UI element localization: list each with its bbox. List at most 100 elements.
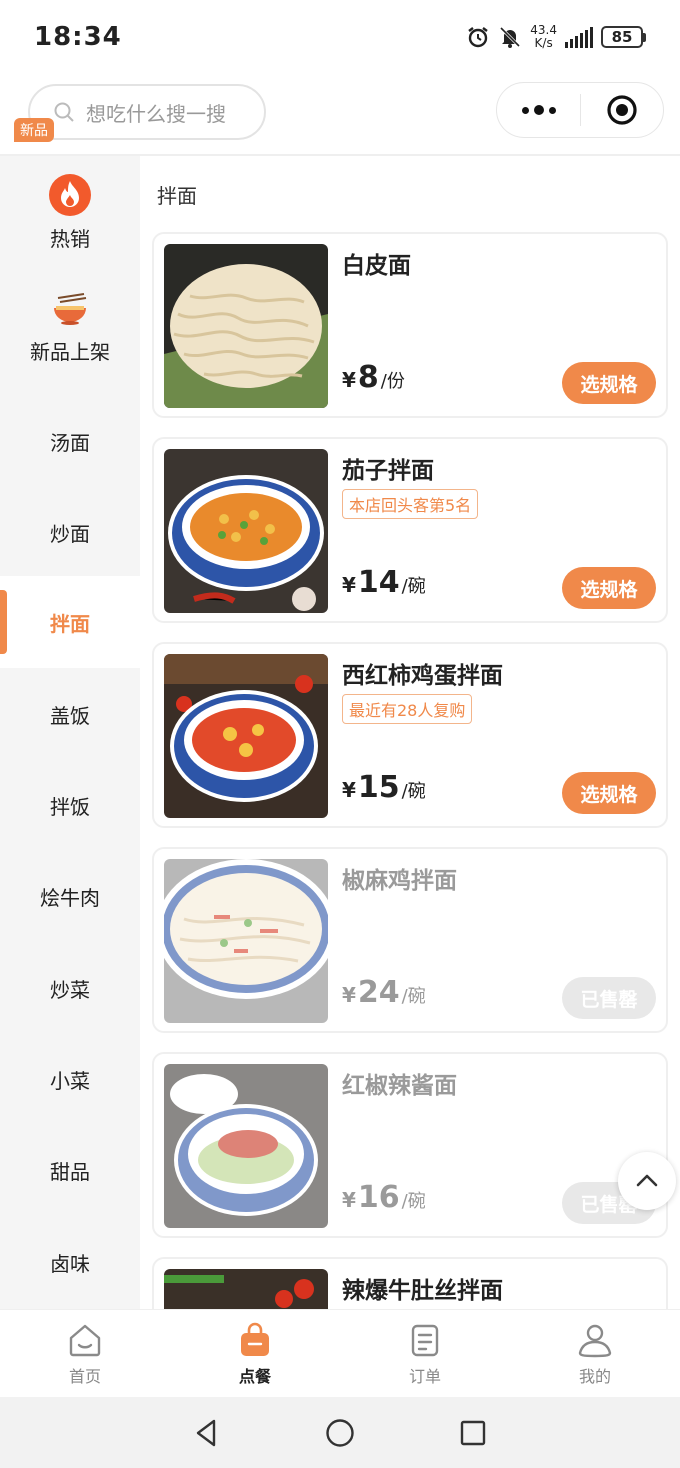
product-name: 白皮面 — [342, 253, 411, 279]
search-box[interactable]: 想吃什么搜一搜 — [28, 84, 266, 140]
sidebar-item-label: 小菜 — [50, 1068, 90, 1093]
sidebar-item-label: 汤面 — [50, 430, 90, 455]
price-value: 14 — [357, 565, 400, 600]
sidebar-item-label: 甜品 — [50, 1159, 90, 1184]
tab-label: 订单 — [408, 1366, 441, 1386]
sidebar-item-stir-fry[interactable]: 炒菜 — [0, 942, 140, 1034]
sidebar-item-hot[interactable]: 热销 — [0, 156, 140, 268]
product-card[interactable]: 西红柿鸡蛋拌面 最近有28人复购 ¥15/碗 选规格 — [152, 642, 668, 828]
product-price: ¥16/碗 — [342, 1180, 426, 1215]
product-price: ¥24/碗 — [342, 975, 426, 1010]
product-name: 西红柿鸡蛋拌面 — [342, 663, 503, 689]
product-price: ¥8/份 — [342, 360, 405, 395]
sidebar-item-mixed-rice[interactable]: 拌饭 — [0, 759, 140, 851]
product-badge: 最近有28人复购 — [342, 694, 473, 724]
price-unit: /份 — [380, 371, 405, 392]
sidebar-item-label: 拌饭 — [50, 794, 90, 819]
product-image — [164, 859, 328, 1023]
sidebar-item-rice-bowl[interactable]: 盖饭 — [0, 668, 140, 760]
price-currency: ¥ — [342, 573, 356, 597]
product-image — [164, 449, 328, 613]
price-value: 15 — [357, 770, 400, 805]
tab-profile[interactable]: 我的 — [510, 1310, 680, 1397]
product-price: ¥14/碗 — [342, 565, 426, 600]
choose-spec-button[interactable]: 选规格 — [562, 772, 656, 814]
target-icon[interactable] — [581, 93, 663, 127]
mute-bell-icon — [500, 26, 521, 48]
search-placeholder: 想吃什么搜一搜 — [86, 101, 226, 126]
product-card[interactable]: 白皮面 ¥8/份 选规格 — [152, 232, 668, 418]
product-card[interactable]: 椒麻鸡拌面 ¥24/碗 已售罄 — [152, 847, 668, 1033]
noodle-bowl-icon — [54, 292, 87, 325]
sidebar-item-desserts[interactable]: 甜品 — [0, 1124, 140, 1216]
alarm-icon — [468, 27, 489, 48]
back-icon[interactable] — [192, 1418, 222, 1448]
choose-spec-button[interactable]: 选规格 — [562, 567, 656, 609]
miniprogram-capsule — [496, 82, 664, 138]
signal-icon — [565, 26, 593, 48]
home-circle-icon[interactable] — [325, 1418, 355, 1448]
tab-label: 点餐 — [238, 1366, 271, 1386]
sidebar-item-braised[interactable]: 卤味 — [0, 1216, 140, 1308]
status-bar: 18:34 43.4 K/s 85 — [0, 0, 680, 78]
category-sidebar: 热销 新品上架 汤面 炒面 拌面 盖饭 拌饭 烩牛肉 炒菜 小菜 甜品 卤味 — [0, 156, 140, 1309]
speed-unit: K/s — [534, 36, 553, 50]
price-currency: ¥ — [342, 983, 356, 1007]
product-image — [164, 244, 328, 408]
price-value: 24 — [357, 975, 400, 1010]
tab-orders[interactable]: 订单 — [340, 1310, 510, 1397]
product-name: 椒麻鸡拌面 — [342, 868, 457, 894]
price-unit: /碗 — [401, 986, 426, 1007]
sidebar-item-label: 烩牛肉 — [40, 885, 100, 910]
product-name: 红椒辣酱面 — [342, 1073, 457, 1099]
price-currency: ¥ — [342, 778, 356, 802]
choose-spec-button[interactable]: 选规格 — [562, 362, 656, 404]
tab-order-food[interactable]: 点餐 — [170, 1310, 340, 1397]
profile-icon — [578, 1324, 612, 1357]
sidebar-item-fried-noodles[interactable]: 炒面 — [0, 486, 140, 578]
order-icon — [411, 1324, 439, 1356]
product-image — [164, 1269, 328, 1309]
sidebar-item-mixed-noodles[interactable]: 拌面 — [0, 576, 140, 668]
scroll-to-top-button[interactable] — [618, 1152, 676, 1210]
sidebar-item-braised-beef[interactable]: 烩牛肉 — [0, 850, 140, 942]
bag-icon — [241, 1322, 269, 1356]
fire-icon — [49, 173, 91, 216]
product-list: 白皮面 ¥8/份 选规格 茄子拌面 本店回头客第5名 ¥14/碗 选规格 西红柿… — [150, 230, 670, 1309]
sidebar-item-label: 热销 — [50, 226, 90, 251]
home-icon — [69, 1324, 101, 1356]
price-value: 16 — [357, 1180, 400, 1215]
recents-square-icon[interactable] — [458, 1418, 488, 1448]
price-value: 8 — [357, 360, 379, 395]
sold-out-button: 已售罄 — [562, 977, 656, 1019]
more-dots-icon[interactable] — [497, 105, 580, 115]
product-price: ¥15/碗 — [342, 770, 426, 805]
tab-home[interactable]: 首页 — [0, 1310, 170, 1397]
price-unit: /碗 — [401, 1191, 426, 1212]
new-tag-badge: 新品 — [14, 118, 54, 142]
clock: 18:34 — [34, 22, 122, 52]
product-image — [164, 654, 328, 818]
sidebar-item-new[interactable]: 新品上架 — [0, 268, 140, 388]
chevron-up-icon — [636, 1174, 658, 1187]
battery-icon: 85 — [601, 26, 646, 48]
product-card[interactable]: 辣爆牛肚丝拌面 — [152, 1257, 668, 1309]
section-title: 拌面 — [157, 184, 197, 208]
sidebar-item-label: 新品上架 — [30, 339, 110, 364]
price-unit: /碗 — [401, 576, 426, 597]
product-badge: 本店回头客第5名 — [342, 489, 479, 519]
status-icons: 43.4 K/s 85 — [466, 24, 646, 50]
product-card[interactable]: 茄子拌面 本店回头客第5名 ¥14/碗 选规格 — [152, 437, 668, 623]
product-card[interactable]: 红椒辣酱面 ¥16/碗 已售罄 — [152, 1052, 668, 1238]
sidebar-item-label: 炒面 — [50, 521, 90, 546]
sidebar-item-label: 卤味 — [50, 1251, 90, 1276]
bottom-tab-bar: 首页 点餐 订单 我的 — [0, 1309, 680, 1397]
price-currency: ¥ — [342, 368, 356, 392]
product-image — [164, 1064, 328, 1228]
tab-label: 首页 — [68, 1366, 101, 1386]
price-unit: /碗 — [401, 781, 426, 802]
tab-label: 我的 — [578, 1366, 611, 1386]
battery-level: 85 — [601, 26, 643, 48]
sidebar-item-side-dishes[interactable]: 小菜 — [0, 1033, 140, 1125]
sidebar-item-soup-noodles[interactable]: 汤面 — [0, 395, 140, 487]
